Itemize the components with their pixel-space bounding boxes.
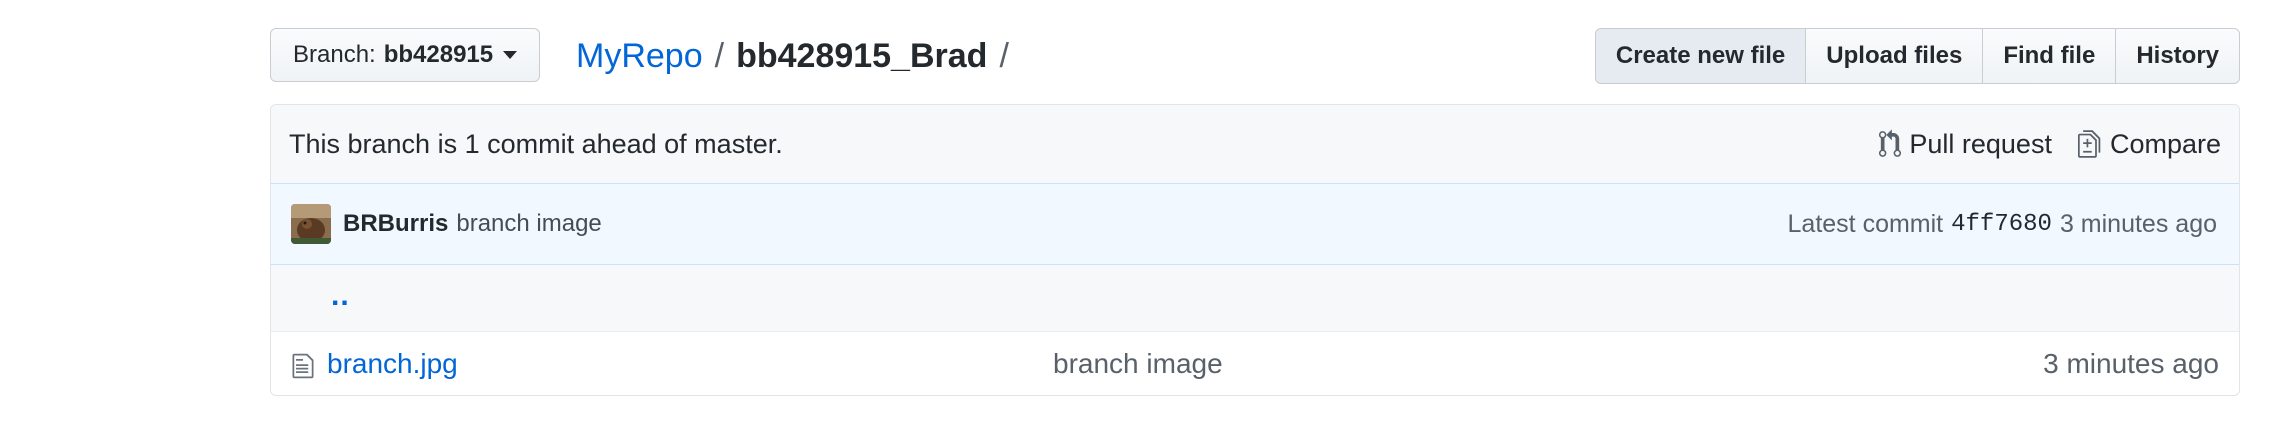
commit-author-link[interactable]: BRBurris	[343, 210, 448, 238]
parent-directory-row: ..	[271, 265, 2239, 331]
latest-commit-bar: BRBurris branch image Latest commit 4ff7…	[271, 184, 2239, 265]
branch-status-bar: This branch is 1 commit ahead of master.…	[271, 105, 2239, 184]
caret-down-icon	[503, 51, 518, 59]
commit-sha-link[interactable]: 4ff7680	[1951, 211, 2052, 238]
commit-meta: Latest commit 4ff7680 3 minutes ago	[1788, 184, 2217, 264]
branch-actions: Pull request Compare	[1879, 105, 2221, 183]
upload-files-button[interactable]: Upload files	[1805, 28, 1984, 84]
breadcrumb-separator: /	[714, 36, 725, 75]
pull-request-label: Pull request	[1909, 128, 2052, 159]
commit-age: 3 minutes ago	[2059, 209, 2217, 238]
branch-prefix-label: Branch:	[293, 41, 376, 68]
latest-commit-label: Latest commit	[1787, 209, 1944, 238]
avatar-image	[291, 204, 331, 244]
avatar[interactable]	[291, 204, 331, 244]
file-icon	[292, 353, 314, 379]
branch-select-button[interactable]: Branch: bb428915	[270, 28, 541, 82]
repo-page: Branch: bb428915 MyRepo / bb428915_Brad …	[0, 0, 2288, 444]
breadcrumb-trailing-separator: /	[999, 36, 1009, 75]
table-row: branch.jpg branch image 3 minutes ago	[271, 331, 2239, 395]
history-button[interactable]: History	[2115, 28, 2240, 84]
pull-request-link[interactable]: Pull request	[1879, 129, 2052, 160]
find-file-button[interactable]: Find file	[1982, 28, 2117, 84]
branch-ahead-message: This branch is 1 commit ahead of master.	[289, 128, 783, 159]
breadcrumb-repo-link[interactable]: MyRepo	[576, 37, 703, 76]
file-navigation: Branch: bb428915 MyRepo / bb428915_Brad …	[270, 28, 2240, 84]
compare-diff-icon	[2077, 130, 2101, 158]
compare-label: Compare	[2109, 128, 2221, 159]
branch-name: bb428915	[383, 41, 494, 68]
pull-request-icon	[1879, 129, 1902, 157]
breadcrumb: MyRepo / bb428915_Brad /	[576, 32, 1021, 80]
commit-message-link[interactable]: branch image	[456, 210, 601, 238]
file-age: 3 minutes ago	[2043, 348, 2219, 379]
file-listing: This branch is 1 commit ahead of master.…	[270, 104, 2240, 396]
create-new-file-button[interactable]: Create new file	[1594, 28, 1807, 84]
file-name-link[interactable]: branch.jpg	[327, 348, 458, 380]
file-actions-group: Create new file Upload files Find file H…	[1594, 28, 2240, 84]
breadcrumb-current-dir: bb428915_Brad	[736, 36, 988, 75]
parent-directory-link[interactable]: ..	[331, 279, 350, 313]
file-commit-message-link[interactable]: branch image	[1053, 348, 1223, 380]
compare-link[interactable]: Compare	[2077, 128, 2221, 160]
